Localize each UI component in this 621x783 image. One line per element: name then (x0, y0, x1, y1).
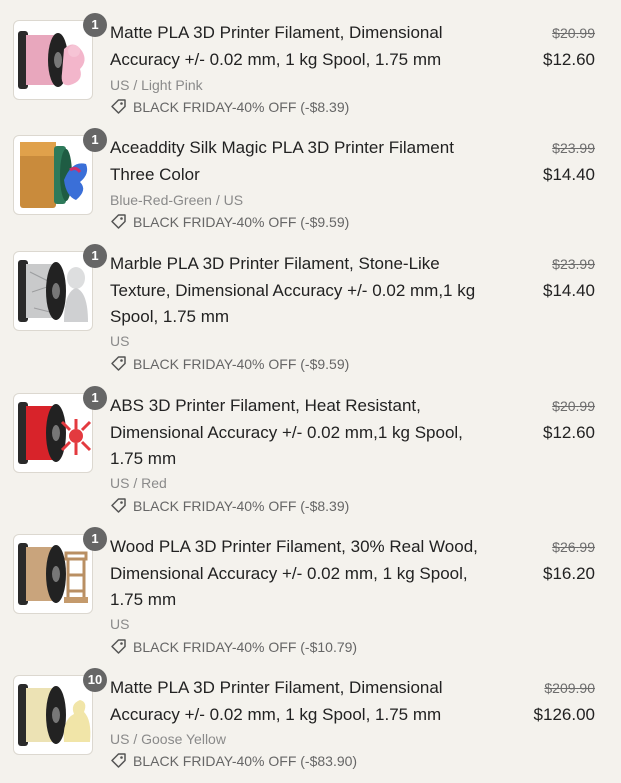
discount-line: BLACK FRIDAY-40% OFF (-$10.79) (110, 638, 357, 658)
wood-filament-spool-image (13, 534, 93, 614)
price-tag-icon (110, 752, 127, 772)
original-price: $20.99 (552, 25, 595, 41)
original-price: $26.99 (552, 539, 595, 555)
discount-label: BLACK FRIDAY-40% OFF (-$8.39) (133, 99, 350, 115)
yellow-filament-spool-image (13, 675, 93, 755)
price-tag-icon (110, 497, 127, 517)
product-thumbnail[interactable]: 10 (13, 668, 107, 755)
original-price: $23.99 (552, 256, 595, 272)
original-price: $20.99 (552, 398, 595, 414)
original-price: $23.99 (552, 140, 595, 156)
product-title[interactable]: Matte PLA 3D Printer Filament, Dimension… (110, 20, 495, 73)
discount-line: BLACK FRIDAY-40% OFF (-$8.39) (110, 98, 349, 118)
product-thumbnail[interactable]: 1 (13, 13, 107, 100)
price-tag-icon (110, 213, 127, 233)
quantity-badge: 1 (83, 128, 107, 152)
product-thumbnail[interactable]: 1 (13, 128, 107, 215)
red-abs-filament-spool-image (13, 393, 93, 473)
sale-price: $126.00 (533, 705, 595, 724)
sale-price: $14.40 (543, 281, 595, 300)
discount-line: BLACK FRIDAY-40% OFF (-$9.59) (110, 355, 349, 375)
discount-line: BLACK FRIDAY-40% OFF (-$9.59) (110, 213, 349, 233)
product-variant: US (110, 616, 130, 632)
sale-price: $12.60 (543, 50, 595, 69)
product-variant: US (110, 333, 130, 349)
quantity-badge: 1 (83, 527, 107, 551)
product-title[interactable]: Marble PLA 3D Printer Filament, Stone-Li… (110, 251, 495, 331)
tricolor-filament-spool-image (13, 135, 93, 215)
product-variant: Blue-Red-Green / US (110, 192, 244, 208)
discount-label: BLACK FRIDAY-40% OFF (-$83.90) (133, 753, 358, 769)
price-tag-icon (110, 98, 127, 118)
quantity-badge: 1 (83, 13, 107, 37)
product-title[interactable]: ABS 3D Printer Filament, Heat Resistant,… (110, 393, 495, 473)
sale-price: $12.60 (543, 423, 595, 442)
product-title[interactable]: Aceaddity Silk Magic PLA 3D Printer Fila… (110, 135, 495, 188)
quantity-badge: 1 (83, 386, 107, 410)
pink-filament-spool-image (13, 20, 93, 100)
product-thumbnail[interactable]: 1 (13, 527, 107, 614)
product-variant: US / Goose Yellow (110, 731, 226, 747)
product-thumbnail[interactable]: 1 (13, 244, 107, 331)
product-variant: US / Light Pink (110, 77, 203, 93)
product-title[interactable]: Matte PLA 3D Printer Filament, Dimension… (110, 675, 495, 728)
discount-label: BLACK FRIDAY-40% OFF (-$9.59) (133, 356, 350, 372)
original-price: $209.90 (544, 680, 595, 696)
price-tag-icon (110, 355, 127, 375)
sale-price: $16.20 (543, 564, 595, 583)
discount-line: BLACK FRIDAY-40% OFF (-$83.90) (110, 752, 357, 772)
product-variant: US / Red (110, 475, 167, 491)
discount-line: BLACK FRIDAY-40% OFF (-$8.39) (110, 497, 349, 517)
quantity-badge: 10 (83, 668, 107, 692)
marble-filament-spool-image (13, 251, 93, 331)
quantity-badge: 1 (83, 244, 107, 268)
cart-item-list: 1 Matte PLA 3D Printer Filament, Dimensi… (0, 0, 621, 783)
discount-label: BLACK FRIDAY-40% OFF (-$10.79) (133, 639, 358, 655)
product-thumbnail[interactable]: 1 (13, 386, 107, 473)
price-tag-icon (110, 638, 127, 658)
product-title[interactable]: Wood PLA 3D Printer Filament, 30% Real W… (110, 534, 495, 614)
sale-price: $14.40 (543, 165, 595, 184)
discount-label: BLACK FRIDAY-40% OFF (-$8.39) (133, 498, 350, 514)
discount-label: BLACK FRIDAY-40% OFF (-$9.59) (133, 214, 350, 230)
